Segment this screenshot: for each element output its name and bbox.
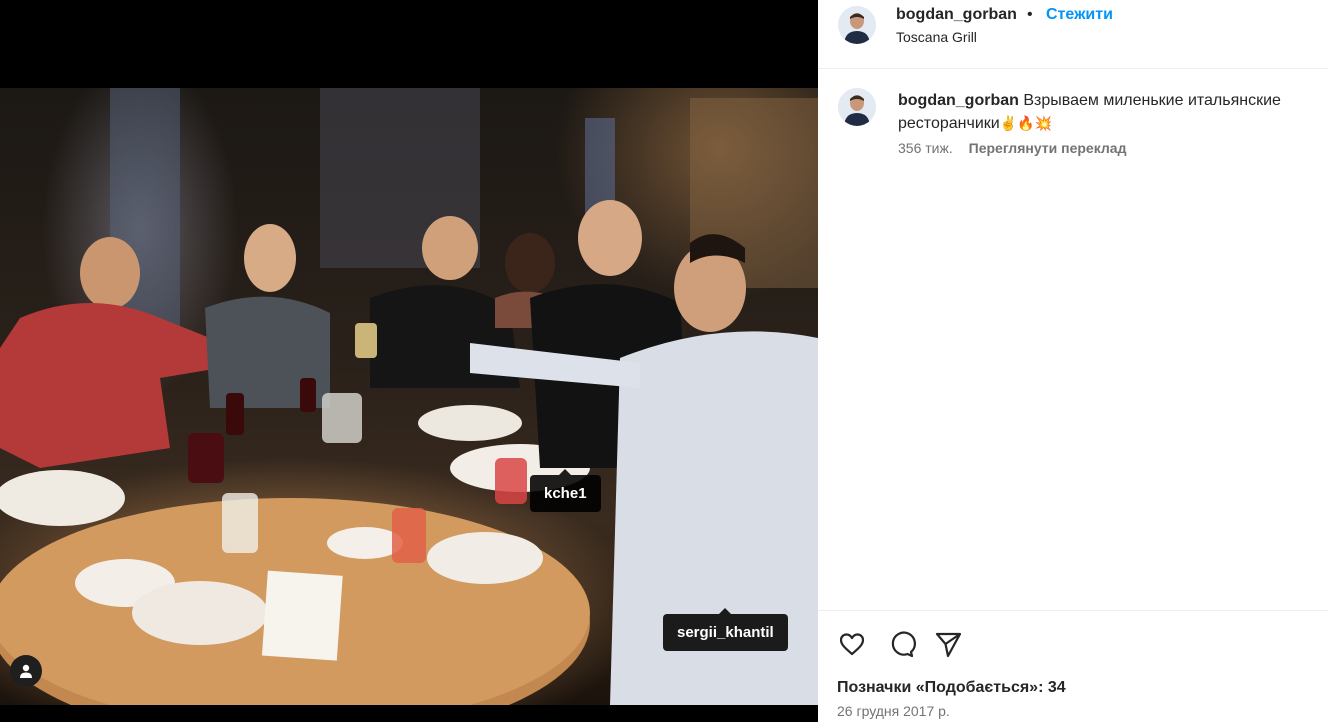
photo-tag-label: sergii_khantil (677, 624, 774, 641)
post-photo[interactable]: kche1 sergii_khantil (0, 88, 818, 705)
location-link[interactable]: Toscana Grill (896, 29, 977, 45)
post-header: bogdan_gorban • Стежити Toscana Grill (818, 0, 1328, 69)
tagged-users-button[interactable] (10, 655, 42, 687)
caption-meta: 356 тиж. Переглянути переклад (898, 140, 1126, 156)
heart-icon[interactable] (837, 629, 867, 659)
post-media[interactable]: kche1 sergii_khantil (0, 0, 818, 722)
photo-illustration (0, 88, 818, 705)
avatar-image (838, 6, 876, 44)
likes-count[interactable]: Позначки «Подобається»: 34 (837, 679, 1066, 697)
caption-emojis: ✌️🔥💥 (999, 115, 1052, 131)
user-icon (20, 664, 32, 678)
caption-username[interactable]: bogdan_gorban (898, 92, 1019, 109)
avatar[interactable] (838, 6, 876, 44)
see-translation-button[interactable]: Переглянути переклад (969, 140, 1127, 156)
send-icon[interactable] (933, 629, 963, 659)
follow-button[interactable]: Стежити (1046, 6, 1113, 24)
post-date[interactable]: 26 грудня 2017 р. (837, 703, 950, 719)
comment-icon[interactable] (886, 629, 916, 659)
photo-tag-label: kche1 (544, 485, 587, 502)
caption-text: bogdan_gorban Взрываем миленькие итальян… (898, 90, 1318, 135)
photo-tag-kche1[interactable]: kche1 (530, 469, 601, 512)
caption-avatar[interactable] (838, 88, 876, 126)
post-side-panel: bogdan_gorban • Стежити Toscana Grill bo… (818, 0, 1328, 722)
post-actions: Позначки «Подобається»: 34 26 грудня 201… (818, 610, 1328, 723)
separator-dot: • (1027, 6, 1033, 23)
avatar-image (838, 88, 876, 126)
header-username[interactable]: bogdan_gorban (896, 6, 1017, 24)
photo-tag-sergii-khantil[interactable]: sergii_khantil (663, 608, 788, 651)
caption-timestamp[interactable]: 356 тиж. (898, 140, 953, 156)
